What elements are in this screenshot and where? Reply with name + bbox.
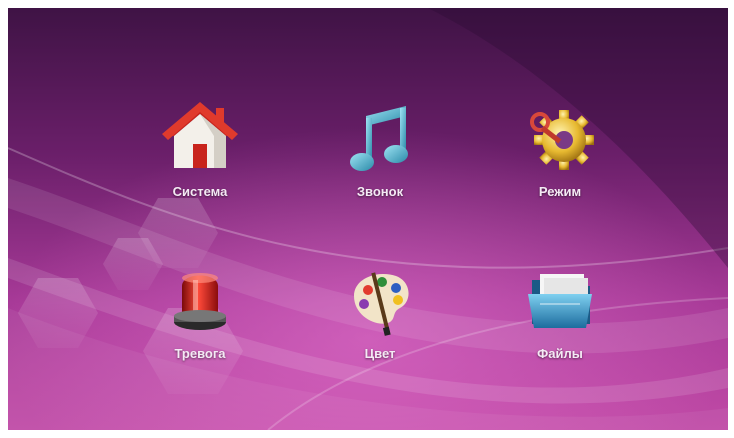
menu-grid: Система Звонок Режим Тревога Цвет Файлы	[8, 8, 728, 430]
menu-item-ringtone[interactable]: Звонок	[300, 98, 460, 238]
menu-item-label: Система	[172, 184, 228, 199]
menu-item-label: Режим	[538, 184, 582, 199]
menu-item-label: Тревога	[174, 346, 226, 361]
menu-item-mode[interactable]: Режим	[480, 98, 640, 238]
gear-icon	[530, 110, 594, 170]
menu-item-alarm[interactable]: Тревога	[120, 260, 280, 400]
palette-icon	[354, 272, 409, 336]
alarm-light-icon	[174, 273, 226, 330]
home-icon	[162, 102, 238, 168]
menu-item-label: Звонок	[356, 184, 404, 199]
menu-item-system[interactable]: Система	[120, 98, 280, 238]
folder-icon	[528, 274, 592, 328]
menu-item-files[interactable]: Файлы	[480, 260, 640, 400]
main-menu-screen: Система Звонок Режим Тревога Цвет Файлы	[8, 8, 728, 430]
menu-item-label: Цвет	[364, 346, 396, 361]
music-note-icon	[350, 106, 408, 171]
menu-item-label: Файлы	[537, 346, 583, 361]
menu-item-color[interactable]: Цвет	[300, 260, 460, 400]
